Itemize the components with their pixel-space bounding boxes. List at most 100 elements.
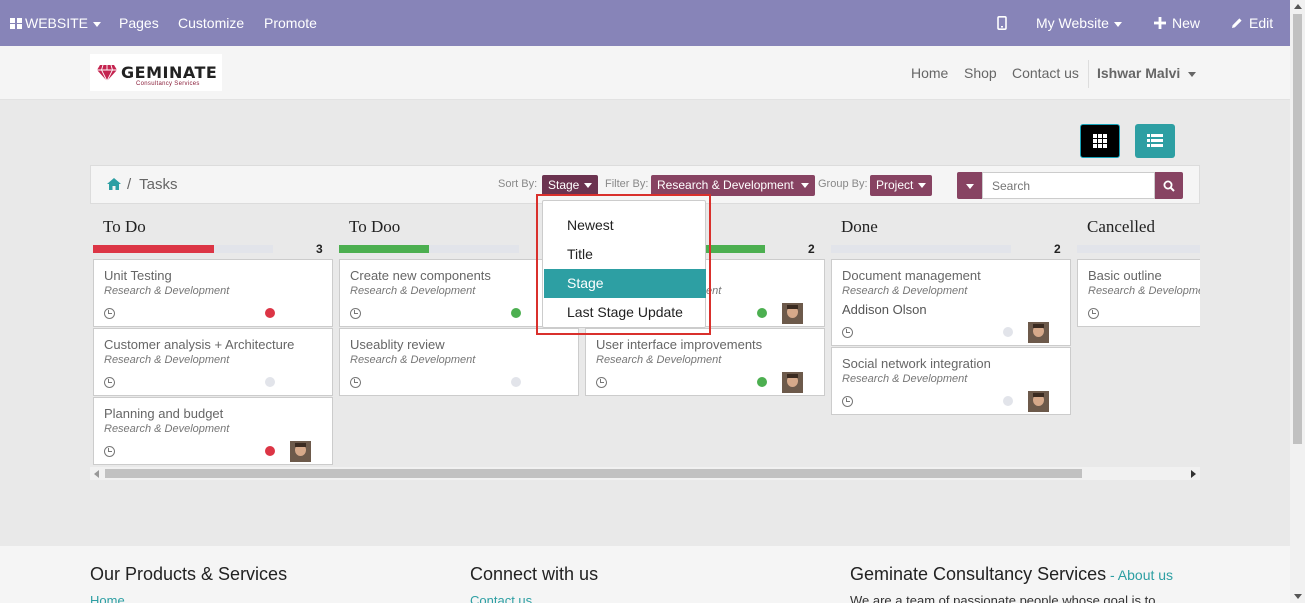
mobile-preview-button[interactable] <box>997 0 1007 46</box>
list-view-button[interactable] <box>1135 124 1175 158</box>
column-count: 2 <box>808 242 815 256</box>
scrollbar-thumb[interactable] <box>105 469 1082 478</box>
mobile-icon <box>997 16 1007 30</box>
sort-dropdown[interactable]: Stage <box>542 175 599 196</box>
clock-icon[interactable] <box>596 377 607 388</box>
user-menu[interactable]: Ishwar Malvi <box>1097 46 1197 100</box>
website-menu[interactable]: WEBSITE <box>10 0 102 46</box>
task-project: Research & Development <box>842 285 968 297</box>
status-dot-icon[interactable] <box>265 446 275 456</box>
task-card[interactable]: Useablity review Research & Development <box>339 328 579 396</box>
group-dropdown[interactable]: Project <box>870 175 933 196</box>
sort-option-title[interactable]: Title <box>544 240 706 269</box>
column-title: To Do <box>103 217 146 236</box>
search-button[interactable] <box>1155 172 1183 199</box>
clock-icon[interactable] <box>104 308 115 319</box>
clock-icon[interactable] <box>104 377 115 388</box>
page-scrollbar-thumb[interactable] <box>1293 14 1302 444</box>
column-progress-bar <box>339 245 519 253</box>
column-title: Done <box>841 217 878 236</box>
breadcrumb: / Tasks <box>107 166 178 203</box>
home-icon[interactable] <box>107 178 121 190</box>
page-vertical-scrollbar[interactable] <box>1290 0 1305 603</box>
kanban-column: To Do 3 Unit Testing Research & Development… <box>90 205 333 467</box>
scroll-down-arrow-icon[interactable] <box>1294 594 1302 599</box>
search-input[interactable] <box>982 172 1155 199</box>
status-dot-icon[interactable] <box>1003 396 1013 406</box>
nav-divider <box>1088 60 1089 88</box>
sort-option-stage[interactable]: Stage <box>544 269 706 298</box>
status-dot-icon[interactable] <box>265 308 275 318</box>
nav-contact-us[interactable]: Contact us <box>1012 46 1079 100</box>
edit-button[interactable]: Edit <box>1231 0 1273 46</box>
clock-icon[interactable] <box>104 446 115 457</box>
new-button[interactable]: New <box>1154 0 1200 46</box>
task-title: User interface improvements <box>596 337 763 352</box>
task-project: Research & Development <box>104 423 230 435</box>
gem-logo-icon <box>97 64 117 82</box>
task-project: Research & Development <box>350 285 476 297</box>
website-admin-bar: WEBSITE Pages Customize Promote My Websi… <box>0 0 1290 46</box>
task-card[interactable]: Customer analysis + Architecture Research… <box>93 328 333 396</box>
footer-company-title: Geminate Consultancy Services - About us <box>850 564 1174 584</box>
footer-company-description: We are a team of passionate people whose… <box>850 593 1156 603</box>
chevron-down-icon <box>93 21 102 27</box>
status-dot-icon[interactable] <box>757 308 767 318</box>
scroll-right-arrow-icon[interactable] <box>1191 470 1196 478</box>
scroll-up-arrow-icon[interactable] <box>1294 4 1302 9</box>
breadcrumb-current: Tasks <box>139 176 178 193</box>
chevron-down-icon <box>584 183 593 189</box>
site-footer: Our Products & Services Home Connect wit… <box>0 546 1290 603</box>
filter-dropdown[interactable]: Research & Development <box>651 175 815 196</box>
scroll-left-arrow-icon[interactable] <box>94 470 99 478</box>
clock-icon[interactable] <box>842 327 853 338</box>
clock-icon[interactable] <box>350 377 361 388</box>
search-box <box>957 172 1183 199</box>
status-dot-icon[interactable] <box>511 377 521 387</box>
search-filter-toggle[interactable] <box>957 172 982 199</box>
task-card[interactable]: Basic outline Research & Development <box>1077 259 1200 327</box>
assignee-avatar <box>1028 391 1049 412</box>
sort-menu-highlight: Newest Title Stage Last Stage Update <box>536 194 711 335</box>
column-count: 3 <box>316 242 323 256</box>
nav-home[interactable]: Home <box>911 46 948 100</box>
column-progress-fill <box>93 245 214 253</box>
task-card[interactable]: Document management Research & Developmen… <box>831 259 1071 346</box>
site-logo[interactable]: GEMINATE Consultancy Services <box>90 54 222 91</box>
status-dot-icon[interactable] <box>757 377 767 387</box>
status-dot-icon[interactable] <box>511 308 521 318</box>
pages-menu[interactable]: Pages <box>119 0 159 46</box>
status-dot-icon[interactable] <box>1003 327 1013 337</box>
nav-shop[interactable]: Shop <box>964 46 997 100</box>
site-header: GEMINATE Consultancy Services Home Shop … <box>0 46 1290 100</box>
footer-link-home[interactable]: Home <box>90 593 125 603</box>
promote-menu[interactable]: Promote <box>264 0 317 46</box>
task-title: Document management <box>842 268 981 283</box>
task-card[interactable]: User interface improvements Research & De… <box>585 328 825 396</box>
task-card[interactable]: Social network integration Research & Dev… <box>831 347 1071 415</box>
task-project: Research & Development <box>104 354 230 366</box>
task-card[interactable]: Unit Testing Research & Development <box>93 259 333 327</box>
assignee-avatar <box>782 372 803 393</box>
kanban-view-button[interactable] <box>1080 124 1120 158</box>
clock-icon[interactable] <box>842 396 853 407</box>
footer-link-contact-us[interactable]: Contact us <box>470 593 532 603</box>
my-website-menu[interactable]: My Website <box>1036 0 1122 46</box>
column-progress-bar <box>93 245 273 253</box>
task-card[interactable]: Planning and budget Research & Developmen… <box>93 397 333 465</box>
sort-option-last-stage-update[interactable]: Last Stage Update <box>544 298 706 327</box>
search-icon <box>1163 180 1175 192</box>
logo-text: GEMINATE <box>121 63 218 82</box>
footer-products-title: Our Products & Services <box>90 564 288 584</box>
customize-menu[interactable]: Customize <box>178 0 244 46</box>
footer-connect-title: Connect with us <box>470 564 599 584</box>
status-dot-icon[interactable] <box>265 377 275 387</box>
column-progress-fill <box>339 245 429 253</box>
footer-link-about-us[interactable]: About us <box>1118 567 1173 583</box>
kanban-column: Cancelled Basic outline Research & Develop… <box>1074 205 1200 467</box>
kanban-horizontal-scrollbar[interactable] <box>90 467 1200 480</box>
pencil-icon <box>1232 18 1242 28</box>
sort-option-newest[interactable]: Newest <box>544 211 706 240</box>
clock-icon[interactable] <box>1088 308 1099 319</box>
clock-icon[interactable] <box>350 308 361 319</box>
